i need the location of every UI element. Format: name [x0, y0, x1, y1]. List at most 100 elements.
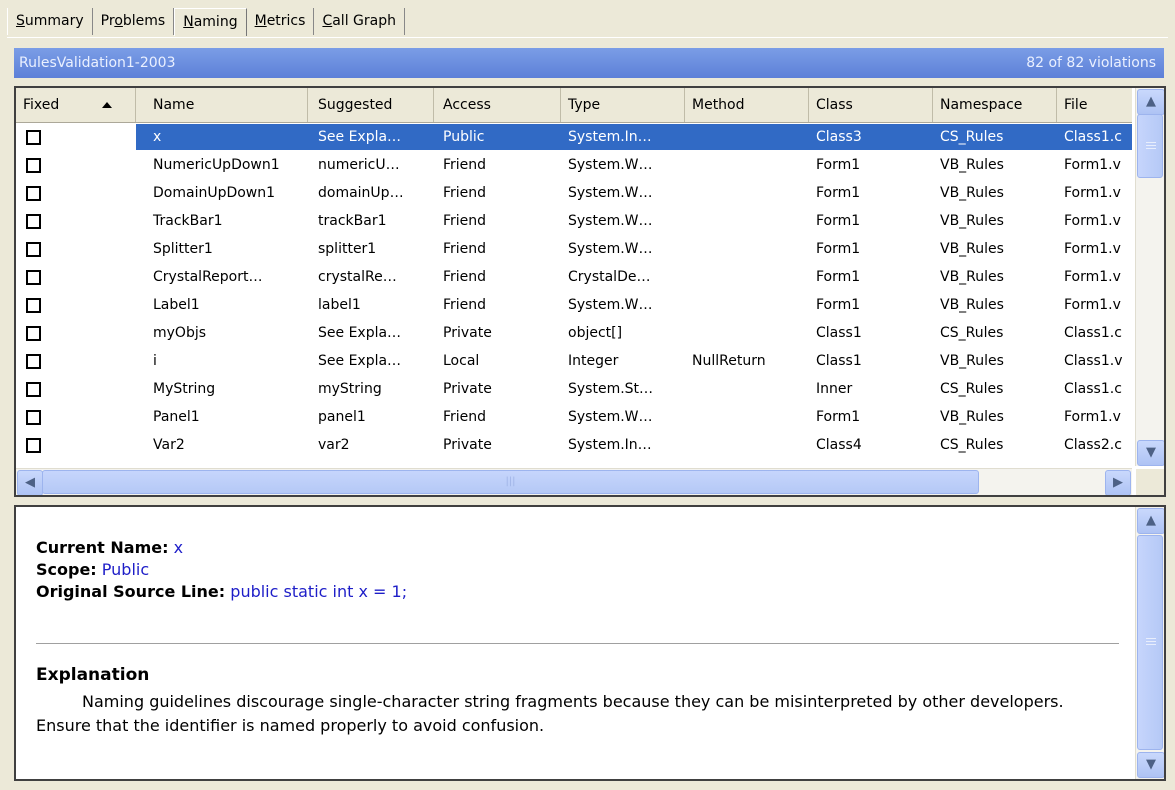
fixed-checkbox[interactable]	[26, 326, 41, 341]
cell-type: CrystalDe…	[568, 269, 651, 285]
fixed-checkbox[interactable]	[26, 186, 41, 201]
cell-access: Friend	[443, 409, 487, 425]
cell-namespace: CS_Rules	[940, 437, 1004, 453]
tab-divider	[7, 37, 1168, 38]
column-header-label: Access	[443, 97, 491, 113]
table-row[interactable]: i See Expla… Local Integer NullReturn Class1 V…	[16, 347, 1132, 375]
tab-problems[interactable]: Problems	[93, 8, 175, 35]
tab-metrics[interactable]: Metrics	[247, 8, 315, 35]
cell-access: Friend	[443, 213, 487, 229]
grid-horizontal-scroll-thumb[interactable]: |||	[42, 470, 979, 494]
column-header-name[interactable]: Name	[146, 88, 308, 122]
table-row[interactable]: Panel1 panel1 Friend System.W… Form1 VB_Rules…	[16, 403, 1132, 431]
table-row[interactable]: TrackBar1 trackBar1 Friend System.W… Form1 VB…	[16, 207, 1132, 235]
scroll-up-arrow-icon[interactable]: ▲	[1137, 89, 1164, 115]
cell-file: Class1.c	[1064, 129, 1122, 145]
cell-name: CrystalReport…	[153, 269, 263, 285]
table-row[interactable]: Splitter1 splitter1 Friend System.W… Form1 VB…	[16, 235, 1132, 263]
cell-method	[685, 235, 809, 263]
table-row[interactable]: NumericUpDown1 numericU… Friend System.W… Fo…	[16, 151, 1132, 179]
column-header-file[interactable]: File	[1057, 88, 1132, 122]
cell-namespace: VB_Rules	[940, 185, 1004, 201]
scope-line: Scope: Public	[36, 559, 1121, 581]
project-title: RulesValidation1-2003	[19, 55, 176, 71]
column-header-access[interactable]: Access	[436, 88, 561, 122]
scroll-right-arrow-icon[interactable]: ▶	[1105, 470, 1131, 495]
scroll-up-arrow-icon[interactable]: ▲	[1137, 508, 1164, 534]
scroll-left-arrow-icon[interactable]: ◀	[17, 470, 43, 495]
cell-namespace: VB_Rules	[940, 269, 1004, 285]
violations-grid[interactable]: Fixed Name Suggested Access Type Method …	[14, 86, 1166, 497]
grid-vertical-scrollbar[interactable]: ▲ ▼	[1135, 88, 1164, 466]
scroll-down-arrow-icon[interactable]: ▼	[1137, 440, 1164, 466]
column-header-suggested[interactable]: Suggested	[311, 88, 434, 122]
scope-value: Public	[101, 560, 150, 579]
column-header-class[interactable]: Class	[809, 88, 933, 122]
scroll-down-arrow-icon[interactable]: ▼	[1137, 752, 1164, 778]
explanation-text: Naming guidelines discourage single-char…	[36, 692, 1064, 735]
fixed-checkbox[interactable]	[26, 438, 41, 453]
table-row[interactable]: CrystalReport… crystalRe… Friend CrystalDe……	[16, 263, 1132, 291]
cell-suggested: label1	[318, 297, 361, 313]
column-header-namespace[interactable]: Namespace	[933, 88, 1057, 122]
table-row[interactable]: myObjs See Expla… Private object[] Class1 CS_…	[16, 319, 1132, 347]
violation-count: 82 of 82 violations	[1026, 55, 1156, 71]
fixed-checkbox[interactable]	[26, 298, 41, 313]
column-header-label: Method	[692, 97, 745, 113]
cell-suggested: crystalRe…	[318, 269, 397, 285]
tab-call-graph[interactable]: Call Graph	[314, 8, 405, 35]
column-header-type[interactable]: Type	[561, 88, 685, 122]
cell-class: Class1	[816, 325, 862, 341]
detail-vertical-scroll-thumb[interactable]	[1137, 535, 1163, 750]
grid-horizontal-scrollbar[interactable]: ◀ ||| ▶	[16, 468, 1132, 495]
tab-summary[interactable]: Summary	[7, 8, 93, 35]
fixed-checkbox[interactable]	[26, 382, 41, 397]
cell-method: NullReturn	[692, 353, 766, 369]
fixed-checkbox[interactable]	[26, 242, 41, 257]
cell-name: MyString	[153, 381, 216, 397]
cell-method	[685, 151, 809, 179]
cell-class: Form1	[816, 297, 861, 313]
cell-file: Form1.v	[1064, 409, 1121, 425]
cell-method	[685, 375, 809, 403]
cell-suggested: splitter1	[318, 241, 377, 257]
cell-type: System.In…	[568, 129, 652, 145]
fixed-checkbox[interactable]	[26, 270, 41, 285]
cell-type: System.W…	[568, 297, 653, 313]
tab-strip: Summary Problems Naming Metrics Call Graph	[7, 8, 405, 37]
cell-access: Friend	[443, 241, 487, 257]
fixed-checkbox[interactable]	[26, 214, 41, 229]
scrollbar-corner	[1136, 469, 1164, 495]
cell-method	[685, 263, 809, 291]
scope-label: Scope:	[36, 560, 97, 579]
column-header-label: Namespace	[940, 97, 1023, 113]
tab-naming[interactable]: Naming	[174, 8, 247, 36]
fixed-checkbox[interactable]	[26, 130, 41, 145]
cell-namespace: VB_Rules	[940, 297, 1004, 313]
cell-file: Class1.c	[1064, 381, 1122, 397]
fixed-checkbox[interactable]	[26, 354, 41, 369]
column-header-fixed[interactable]: Fixed	[16, 88, 136, 122]
table-row[interactable]: Var2 var2 Private System.In… Class4 CS_Rules C…	[16, 431, 1132, 459]
column-header-label: File	[1064, 97, 1088, 113]
cell-namespace: CS_Rules	[940, 129, 1004, 145]
grid-vertical-scroll-thumb[interactable]	[1137, 114, 1163, 178]
cell-access: Friend	[443, 269, 487, 285]
table-row[interactable]: DomainUpDown1 domainUp… Friend System.W… For…	[16, 179, 1132, 207]
cell-access: Private	[443, 437, 492, 453]
column-header-label: Type	[568, 97, 601, 113]
column-header-method[interactable]: Method	[685, 88, 809, 122]
table-row[interactable]: Label1 label1 Friend System.W… Form1 VB_Rules…	[16, 291, 1132, 319]
detail-vertical-scrollbar[interactable]: ▲ ▼	[1135, 507, 1164, 779]
cell-suggested: See Expla…	[318, 353, 402, 369]
fixed-checkbox[interactable]	[26, 410, 41, 425]
cell-suggested: See Expla…	[318, 129, 402, 145]
fixed-checkbox[interactable]	[26, 158, 41, 173]
cell-suggested: numericU…	[318, 157, 400, 173]
table-row[interactable]: x See Expla… Public System.In… Class3 CS_Rule…	[16, 123, 1132, 151]
cell-suggested: var2	[318, 437, 350, 453]
cell-file: Class1.v	[1064, 353, 1123, 369]
explanation-content: Current Name: x Scope: Public Original S…	[36, 537, 1121, 738]
cell-suggested: myString	[318, 381, 382, 397]
table-row[interactable]: MyString myString Private System.St… Inner CS…	[16, 375, 1132, 403]
